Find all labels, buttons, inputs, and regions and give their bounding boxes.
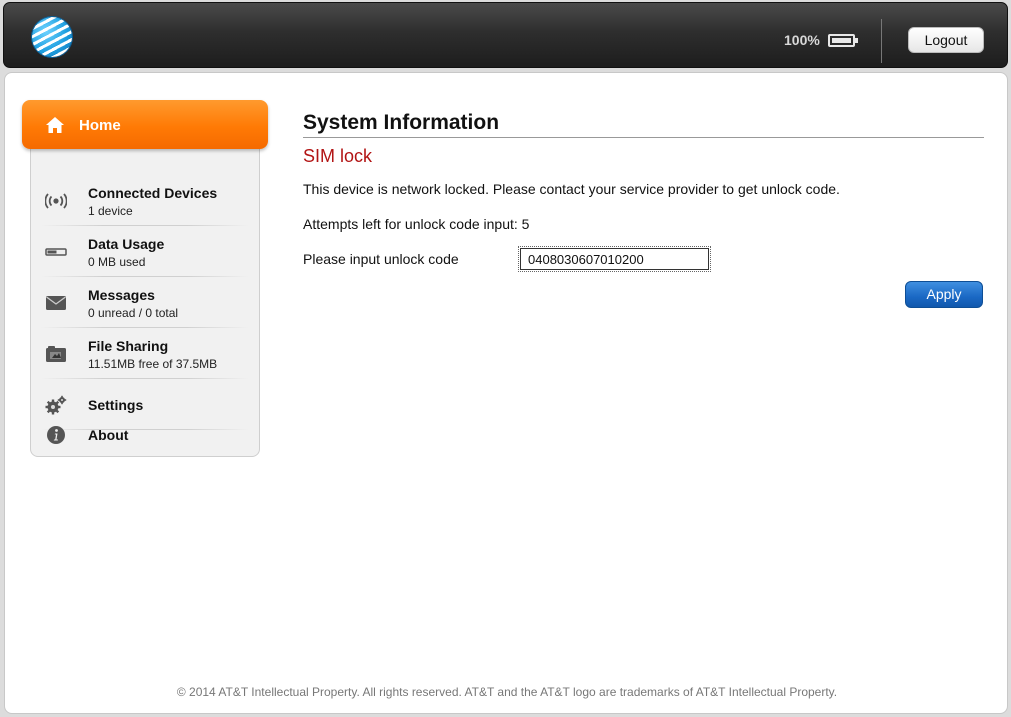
battery-icon [828,34,858,47]
attempts-left: Attempts left for unlock code input: 5 [303,216,530,232]
sidebar-item-title: Settings [88,397,144,413]
sidebar-item-title: Data Usage [88,236,165,252]
logout-button[interactable]: Logout [908,27,984,53]
sidebar-item-subtitle: 0 MB used [88,255,146,269]
sidebar-item-home[interactable]: Home [22,100,268,149]
info-icon [47,426,65,444]
data-usage-icon [45,248,67,256]
sidebar-item-messages[interactable]: Messages 0 unread / 0 total [41,277,249,328]
sidebar-item-label: Home [79,117,121,134]
sidebar-item-subtitle: 11.51MB free of 37.5MB [88,357,218,371]
section-title: SIM lock [303,146,373,166]
battery-percent: 100% [784,32,820,48]
header-divider [881,19,882,63]
sidebar-item-title: Connected Devices [88,185,218,201]
lock-message: This device is network locked. Please co… [303,181,840,197]
footer-copyright: © 2014 AT&T Intellectual Property. All r… [176,685,838,699]
apply-button[interactable]: Apply [905,281,983,308]
unlock-code-label: Please input unlock code [303,251,459,267]
sidebar-item-subtitle: 1 device [88,204,133,218]
sidebar: Connected Devices 1 device Data Usage 0 … [30,121,260,457]
home-icon [46,117,64,133]
content-area: System Information SIM lock This device … [303,111,984,308]
sidebar-item-about[interactable]: About [41,426,249,458]
sidebar-item-settings[interactable]: Settings [41,379,249,430]
envelope-icon [46,296,66,310]
gear-icon [45,395,67,415]
sidebar-item-title: Messages [88,287,155,303]
att-logo[interactable] [32,17,72,57]
sidebar-item-title: About [88,427,129,443]
sidebar-item-title: File Sharing [88,338,169,354]
unlock-code-input[interactable] [518,246,711,272]
sidebar-item-connected-devices[interactable]: Connected Devices 1 device [41,175,249,226]
page-title: System Information [303,111,984,138]
main-panel: Connected Devices 1 device Data Usage 0 … [4,72,1008,714]
top-bar: 100% Logout [3,2,1008,68]
sidebar-item-data-usage[interactable]: Data Usage 0 MB used [41,226,249,277]
file-sharing-icon [46,346,66,362]
sidebar-item-file-sharing[interactable]: File Sharing 11.51MB free of 37.5MB [41,328,249,379]
wireless-signal-icon [45,193,67,209]
sidebar-item-subtitle: 0 unread / 0 total [88,306,179,320]
